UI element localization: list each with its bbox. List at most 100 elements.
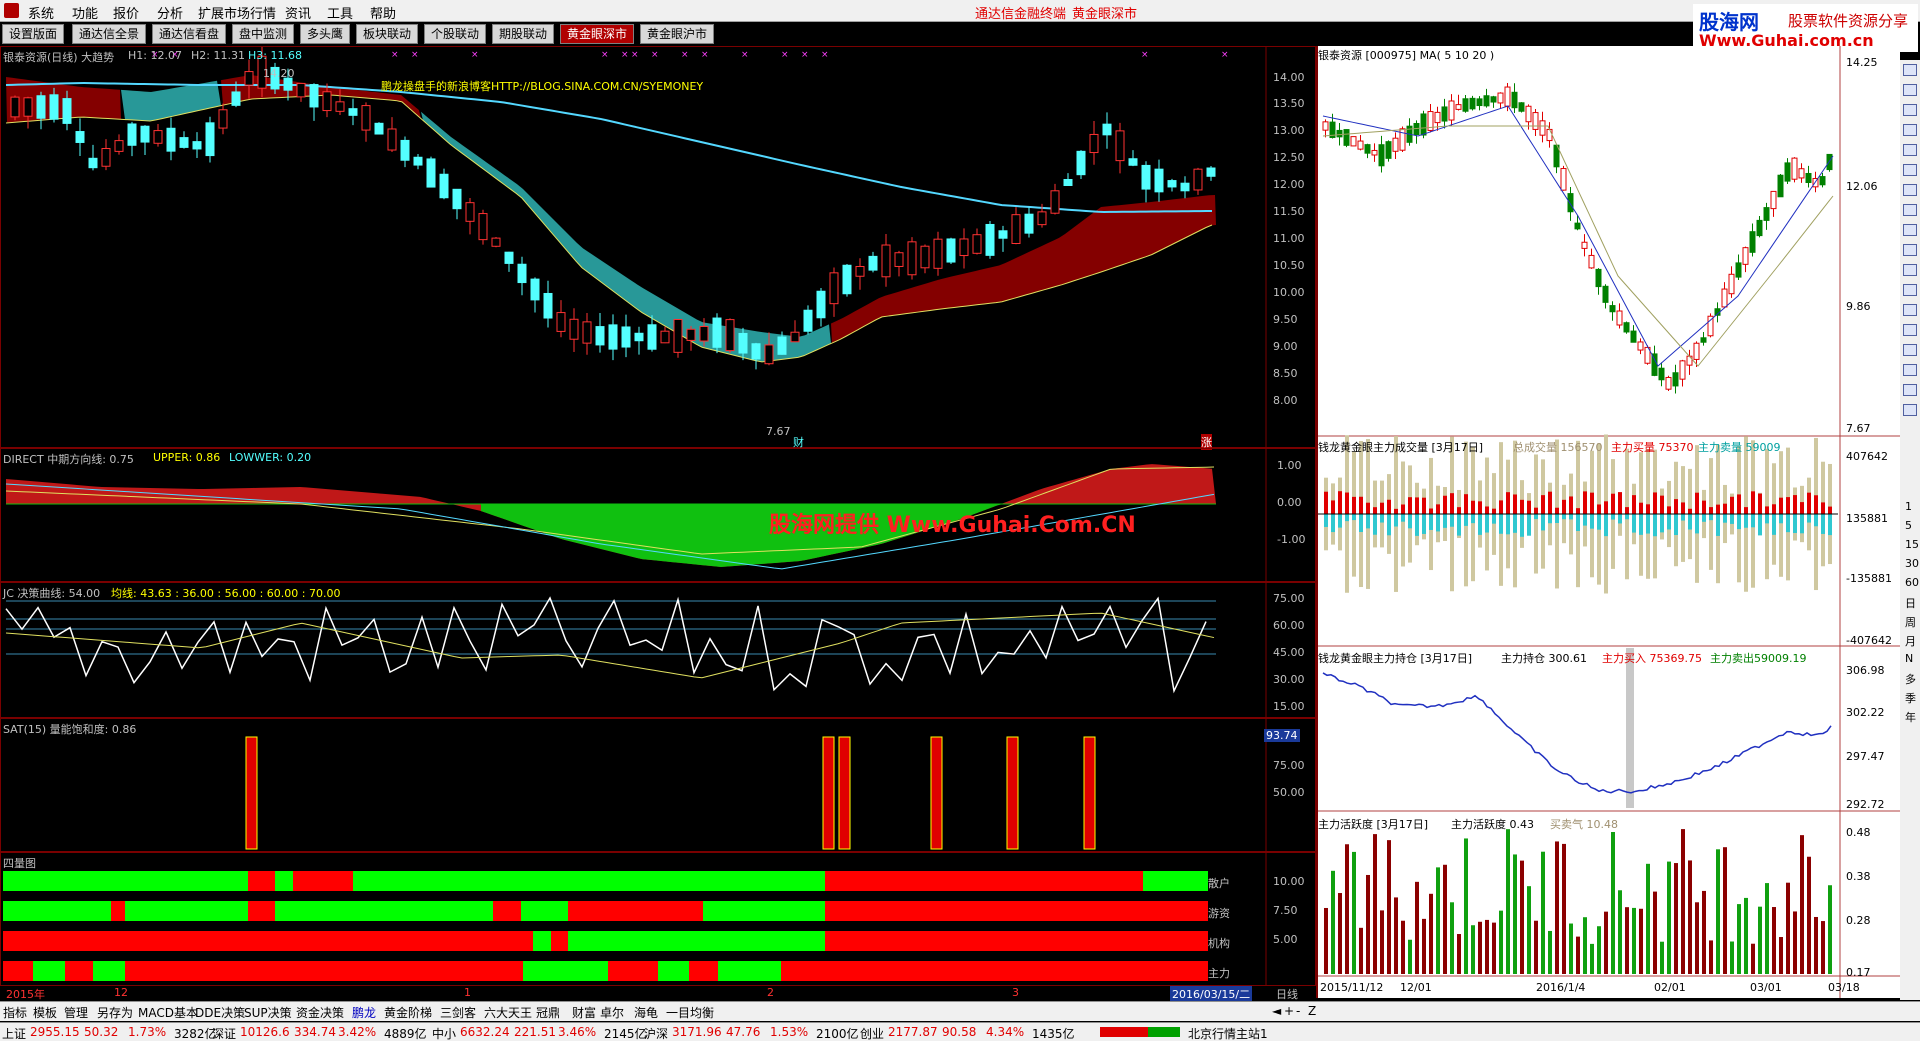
period-button[interactable]: 月: [1905, 633, 1916, 649]
pen-icon[interactable]: [1903, 364, 1917, 376]
candle-body: [348, 108, 358, 116]
grid2-icon[interactable]: [1903, 384, 1917, 396]
tab-golden-eye-sh[interactable]: 黄金眼沪市: [640, 24, 715, 44]
period-button[interactable]: 季: [1905, 690, 1916, 706]
indicator-tab[interactable]: 另存为: [97, 1004, 133, 1021]
buy-volume-bar: [1653, 492, 1657, 514]
right-pane[interactable]: 银泰资源 [000975] MA( 5 10 20 ) 钱龙黄金眼主力成交量 […: [1316, 46, 1902, 998]
period-button[interactable]: 年: [1905, 709, 1916, 725]
line-icon[interactable]: [1903, 324, 1917, 336]
four-volume-segment: [718, 961, 781, 981]
sat-panel[interactable]: SAT(15) 量能饱和度: 0.86 93.74 75.00 50.00: [0, 718, 1316, 853]
indicator-tab[interactable]: 海龟: [634, 1004, 658, 1021]
period-button[interactable]: 30: [1905, 557, 1919, 570]
tab-tdx-panorama[interactable]: 通达信全景: [72, 24, 147, 44]
sell-volume-bar: [1485, 514, 1489, 533]
candle-body: [1686, 355, 1693, 366]
tab-tdx-watch[interactable]: 通达信看盘: [152, 24, 227, 44]
tab-golden-eye-sz[interactable]: 黄金眼深市: [560, 24, 635, 44]
indicator-tab[interactable]: 三剑客: [440, 1004, 476, 1021]
indicator-tab[interactable]: 鹏龙: [352, 1004, 376, 1021]
activity-bar: [1716, 849, 1720, 974]
buy-volume-bar: [1408, 497, 1412, 514]
period-button[interactable]: 日: [1905, 595, 1916, 611]
info-icon[interactable]: [1903, 184, 1917, 196]
y-axis-label: 11.50: [1273, 205, 1305, 218]
right-y-axis-label: 9.86: [1846, 300, 1871, 313]
indicator-tab[interactable]: DDE决策: [195, 1004, 245, 1021]
zoom-out-icon[interactable]: -: [1296, 1004, 1300, 1018]
signal-marker: ×: [681, 50, 689, 60]
tab-bull-eagle[interactable]: 多头鹰: [300, 24, 351, 44]
period-label[interactable]: 日线: [1276, 986, 1298, 1002]
indicator-tab[interactable]: 六大天王: [484, 1004, 532, 1021]
vol-title: 钱龙黄金眼主力成交量 [3月17日]: [1318, 441, 1484, 454]
indicator-tab[interactable]: 财富: [572, 1004, 596, 1021]
direct-panel[interactable]: DIRECT 中期方向线: 0.75 UPPER: 0.86 LOWWER: 0…: [0, 448, 1316, 583]
tab-sector-link[interactable]: 板块联动: [356, 24, 419, 44]
menu-help[interactable]: 帮助: [370, 3, 396, 22]
bars-icon[interactable]: [1903, 164, 1917, 176]
indicator-tab[interactable]: 资金决策: [296, 1004, 344, 1021]
main-price-panel[interactable]: × × × × × × × × × × × × × × × × × 银泰资源(日线) 大趋势 H1: 12.07…: [0, 46, 1316, 450]
circle-icon[interactable]: [1903, 264, 1917, 276]
period-toolbar: 1 5 15 30 60 日周月 N 多季年: [1900, 60, 1920, 1000]
period-button[interactable]: 5: [1905, 519, 1912, 532]
chart-icon[interactable]: [1903, 124, 1917, 136]
zoom-reset-icon[interactable]: Z: [1308, 1004, 1316, 1018]
indicator-tab[interactable]: 黄金阶梯: [384, 1004, 432, 1021]
ring-icon[interactable]: [1903, 284, 1917, 296]
doc-icon[interactable]: [1903, 204, 1917, 216]
zoom-in-icon[interactable]: +: [1284, 1004, 1294, 1018]
jc-decision-line: [5, 596, 1207, 694]
indicator-tab[interactable]: MACD基本: [138, 1004, 198, 1021]
select-icon[interactable]: [1903, 244, 1917, 256]
menu-tools[interactable]: 工具: [327, 3, 353, 22]
menu-system[interactable]: 系统: [28, 3, 54, 22]
candle-body: [790, 331, 800, 343]
jc-panel[interactable]: JC 决策曲线: 54.00 均线: 43.63 : 36.00 : 56.00…: [0, 582, 1316, 719]
stack-icon[interactable]: [1903, 304, 1917, 316]
activity-bar: [1408, 939, 1412, 974]
grid-icon[interactable]: [1903, 84, 1917, 96]
tab-settings-layout[interactable]: 设置版面: [2, 24, 65, 44]
sell-volume-bar: [1758, 514, 1762, 536]
menu-extended-market[interactable]: 扩展市场行情: [198, 3, 276, 22]
period-button[interactable]: 15: [1905, 538, 1919, 551]
period-button[interactable]: N: [1905, 652, 1913, 665]
period-button[interactable]: 多: [1905, 671, 1916, 687]
window-icon[interactable]: [1903, 64, 1917, 76]
list-icon[interactable]: [1903, 104, 1917, 116]
layout-tabs: 设置版面 通达信全景 通达信看盘 盘中监测 多头鹰 板块联动 个股联动 期股联动…: [0, 24, 1690, 44]
indicator-tab[interactable]: SUP决策: [244, 1004, 292, 1021]
box-icon[interactable]: [1903, 344, 1917, 356]
indicator-tab[interactable]: 一目均衡: [666, 1004, 714, 1021]
station-label[interactable]: 北京行情主站1: [1188, 1025, 1268, 1041]
period-button[interactable]: 周: [1905, 614, 1916, 630]
indicator-tab[interactable]: 指标: [3, 1004, 27, 1021]
date-axis-bar[interactable]: 2015年 12 1 2 3 2016/03/15/二 日线: [0, 986, 1316, 1002]
layers-icon[interactable]: [1903, 224, 1917, 236]
candle-body: [1721, 288, 1728, 308]
scroll-left-icon[interactable]: ◄: [1272, 1004, 1281, 1018]
indicator-tab[interactable]: 模板: [33, 1004, 57, 1021]
menu-news[interactable]: 资讯: [285, 3, 311, 22]
period-button[interactable]: 60: [1905, 576, 1919, 589]
menu-quote[interactable]: 报价: [113, 3, 139, 22]
tab-intraday-monitor[interactable]: 盘中监测: [232, 24, 295, 44]
tab-stock-link[interactable]: 个股联动: [424, 24, 487, 44]
indicator-tab[interactable]: 冠鼎: [536, 1004, 560, 1021]
indicator-tab[interactable]: 卓尔: [600, 1004, 624, 1021]
four-volume-segment: [703, 901, 825, 921]
four-volume-panel[interactable]: 四量图 散户 游资 机构 主力 10.00 7.50 5.00: [0, 852, 1316, 987]
indicator-tab[interactable]: 管理: [64, 1004, 88, 1021]
menu-function[interactable]: 功能: [72, 3, 98, 22]
period-button[interactable]: 1: [1905, 500, 1912, 513]
settings-icon[interactable]: [1903, 404, 1917, 416]
table-icon[interactable]: [1903, 144, 1917, 156]
activity-bar: [1786, 882, 1790, 974]
candle-body: [426, 158, 436, 188]
tab-futures-link[interactable]: 期股联动: [492, 24, 555, 44]
four-volume-segment: [3, 931, 533, 951]
menu-analysis[interactable]: 分析: [157, 3, 183, 22]
